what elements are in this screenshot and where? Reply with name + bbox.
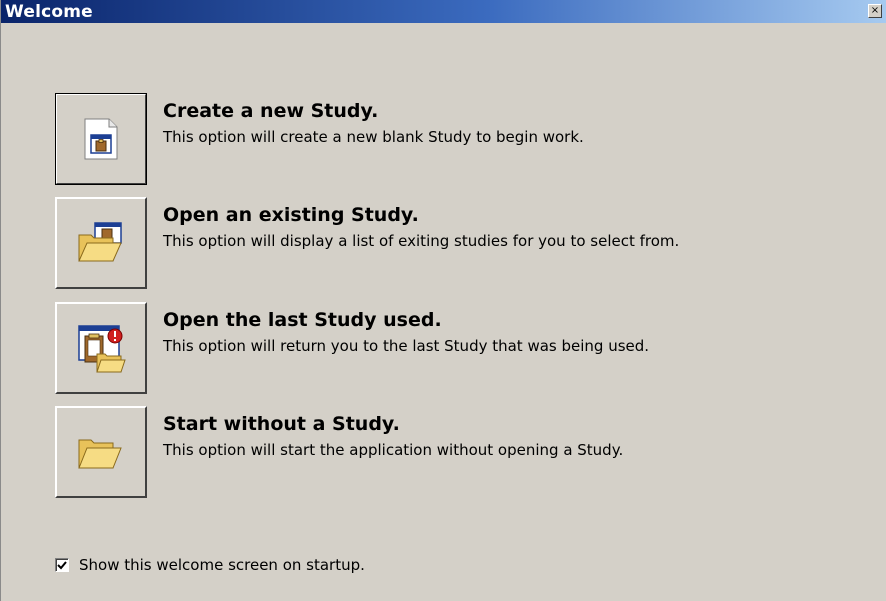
close-button[interactable]: × xyxy=(868,4,882,18)
startup-checkbox-label[interactable]: Show this welcome screen on startup. xyxy=(79,556,365,574)
option-description: This option will display a list of exiti… xyxy=(163,232,680,250)
close-icon: × xyxy=(870,5,880,16)
welcome-dialog: Welcome × Create a new Study. This optio… xyxy=(0,0,886,601)
option-open-study: Open an existing Study. This option will… xyxy=(55,197,855,289)
open-last-study-button[interactable] xyxy=(55,302,147,394)
option-create-study: Create a new Study. This option will cre… xyxy=(55,93,855,185)
option-description: This option will return you to the last … xyxy=(163,337,650,355)
option-start-without-study: Start without a Study. This option will … xyxy=(55,406,855,498)
start-without-study-button[interactable] xyxy=(55,406,147,498)
option-title: Create a new Study. xyxy=(163,100,379,122)
startup-checkbox-row[interactable]: Show this welcome screen on startup. xyxy=(55,556,365,574)
startup-checkbox[interactable] xyxy=(55,558,69,572)
option-description: This option will start the application w… xyxy=(163,441,624,459)
option-title: Open an existing Study. xyxy=(163,204,419,226)
window-title: Welcome xyxy=(5,1,93,22)
new-document-icon xyxy=(77,115,125,163)
option-description: This option will create a new blank Stud… xyxy=(163,128,584,146)
option-title: Start without a Study. xyxy=(163,413,400,435)
option-open-last-study: Open the last Study used. This option wi… xyxy=(55,302,855,394)
option-title: Open the last Study used. xyxy=(163,309,442,331)
title-bar[interactable]: Welcome × xyxy=(1,0,886,23)
create-study-button[interactable] xyxy=(55,93,147,185)
recent-study-icon xyxy=(73,320,129,376)
folder-icon xyxy=(75,426,127,478)
open-folder-icon xyxy=(75,217,127,269)
checkmark-icon xyxy=(57,560,67,570)
open-study-button[interactable] xyxy=(55,197,147,289)
